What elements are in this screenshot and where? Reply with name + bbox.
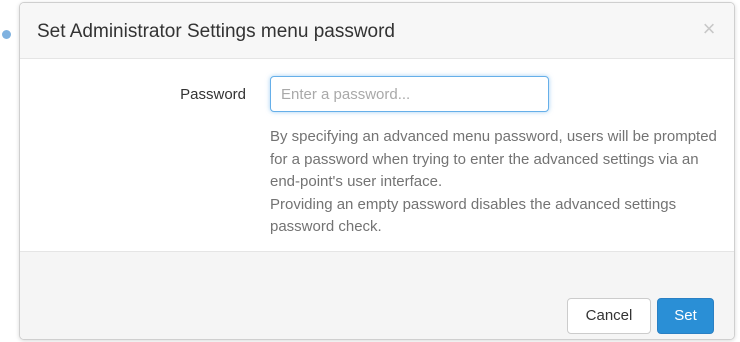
dialog-header: Set Administrator Settings menu password… bbox=[20, 3, 734, 59]
dialog-title: Set Administrator Settings menu password bbox=[37, 21, 396, 42]
set-button[interactable]: Set bbox=[657, 298, 714, 334]
password-label: Password bbox=[180, 86, 246, 103]
help-text-line-1: By specifying an advanced menu password,… bbox=[270, 128, 717, 190]
dialog-footer: Cancel Set bbox=[20, 251, 734, 339]
dialog-body: Password By specifying an advanced menu … bbox=[20, 60, 734, 251]
status-dot bbox=[2, 30, 11, 39]
help-text: By specifying an advanced menu password,… bbox=[270, 126, 720, 239]
close-icon[interactable]: × bbox=[698, 15, 720, 43]
password-input[interactable] bbox=[270, 76, 549, 112]
cancel-button[interactable]: Cancel bbox=[567, 298, 651, 334]
help-text-line-2: Providing an empty password disables the… bbox=[270, 195, 677, 236]
password-dialog: Set Administrator Settings menu password… bbox=[19, 2, 735, 340]
